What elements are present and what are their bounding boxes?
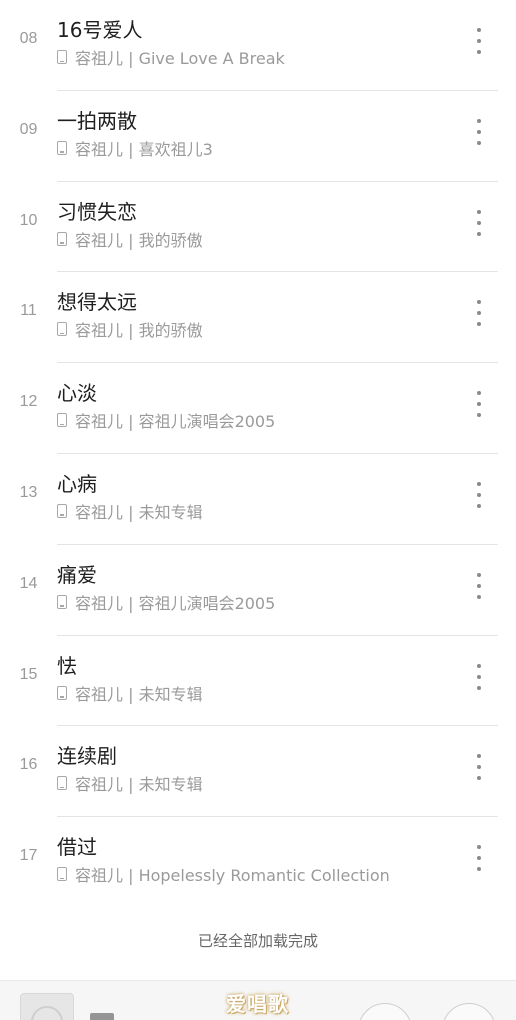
song-artist-album: 容祖儿 | 未知专辑 — [75, 502, 203, 522]
song-index: 09 — [19, 120, 38, 138]
song-index: 08 — [19, 30, 38, 47]
song-row[interactable]: 13 心病 容祖儿 | 未知专辑 — [0, 454, 516, 545]
song-meta: 容祖儿 | 容祖儿演唱会2005 — [57, 408, 275, 432]
song-index: 16 — [19, 756, 38, 774]
song-title: 连续剧 — [57, 744, 117, 769]
song-title: 一拍两散 — [57, 108, 137, 133]
song-list: 08 16号爱人 容祖儿 | Give Love A Break 09 一拍两散… — [0, 0, 516, 908]
song-index: 15 — [19, 665, 38, 683]
playlist-icon[interactable] — [442, 1003, 496, 1020]
song-title: 怯 — [57, 653, 77, 678]
song-artist-album: 容祖儿 | 我的骄傲 — [75, 230, 203, 250]
song-row[interactable]: 17 借过 容祖儿 | Hopelessly Romantic Collecti… — [0, 817, 516, 908]
phone-icon — [57, 322, 67, 337]
more-vertical-icon[interactable] — [472, 118, 486, 145]
watermark: 爱唱歌 — [226, 992, 289, 1016]
song-title: 想得太远 — [57, 290, 137, 315]
song-artist-album: 容祖儿 | 我的骄傲 — [75, 321, 203, 341]
song-meta: 容祖儿 | 容祖儿演唱会2005 — [57, 590, 275, 614]
more-vertical-icon[interactable] — [472, 845, 486, 872]
song-row[interactable]: 11 想得太远 容祖儿 | 我的骄傲 — [0, 272, 516, 364]
phone-icon — [57, 867, 67, 882]
song-row[interactable]: 16 连续剧 容祖儿 | 未知专辑 — [0, 726, 516, 818]
more-vertical-icon[interactable] — [472, 391, 486, 418]
song-index: 13 — [19, 483, 38, 501]
song-artist-album: 容祖儿 | 容祖儿演唱会2005 — [75, 593, 276, 613]
more-vertical-icon[interactable] — [472, 663, 486, 690]
song-meta: 容祖儿 | 我的骄傲 — [57, 317, 203, 341]
song-index: 11 — [20, 302, 37, 320]
song-meta: 容祖儿 | Hopelessly Romantic Collection — [57, 862, 390, 886]
song-title: 心淡 — [57, 381, 97, 406]
song-row[interactable]: 08 16号爱人 容祖儿 | Give Love A Break — [0, 0, 516, 91]
phone-icon — [57, 503, 67, 518]
song-index: 17 — [19, 847, 38, 865]
song-meta: 容祖儿 | 我的骄傲 — [57, 227, 203, 251]
more-vertical-icon[interactable] — [472, 209, 486, 236]
song-index: 10 — [19, 211, 38, 229]
song-title: 借过 — [57, 835, 97, 860]
song-meta: 容祖儿 | 喜欢祖儿3 — [57, 136, 213, 160]
more-vertical-icon[interactable] — [472, 754, 486, 781]
song-artist-album: 容祖儿 | 容祖儿演唱会2005 — [75, 412, 276, 432]
now-playing-title — [90, 1013, 114, 1020]
song-row[interactable]: 09 一拍两散 容祖儿 | 喜欢祖儿3 — [0, 91, 516, 182]
song-row[interactable]: 15 怯 容祖儿 | 未知专辑 — [0, 636, 516, 727]
song-artist-album: 容祖儿 | Hopelessly Romantic Collection — [75, 866, 390, 886]
phone-icon — [57, 140, 67, 155]
more-vertical-icon[interactable] — [472, 300, 486, 327]
phone-icon — [57, 413, 67, 428]
song-artist-album: 容祖儿 | Give Love A Break — [75, 49, 285, 68]
phone-icon — [57, 685, 67, 700]
phone-icon — [57, 231, 67, 246]
disc-icon — [31, 1006, 63, 1020]
phone-icon — [57, 776, 67, 791]
phone-icon — [57, 50, 67, 64]
song-row[interactable]: 10 习惯失恋 容祖儿 | 我的骄傲 — [0, 182, 516, 273]
song-title: 痛爱 — [57, 562, 97, 587]
song-index: 12 — [19, 393, 38, 411]
song-index: 14 — [19, 574, 38, 592]
song-meta: 容祖儿 | Give Love A Break — [57, 45, 285, 69]
play-icon[interactable] — [358, 1003, 412, 1020]
song-artist-album: 容祖儿 | 未知专辑 — [75, 684, 203, 704]
song-title: 心病 — [57, 471, 97, 496]
more-vertical-icon[interactable] — [472, 572, 486, 599]
more-vertical-icon[interactable] — [472, 481, 486, 508]
song-row[interactable]: 12 心淡 容祖儿 | 容祖儿演唱会2005 — [0, 363, 516, 454]
song-artist-album: 容祖儿 | 喜欢祖儿3 — [75, 139, 213, 159]
song-artist-album: 容祖儿 | 未知专辑 — [75, 775, 203, 795]
song-row[interactable]: 14 痛爱 容祖儿 | 容祖儿演唱会2005 — [0, 545, 516, 636]
album-cover[interactable] — [20, 993, 74, 1020]
song-title: 习惯失恋 — [57, 199, 137, 224]
song-meta: 容祖儿 | 未知专辑 — [57, 499, 203, 523]
more-vertical-icon[interactable] — [472, 28, 486, 54]
all-loaded-text: 已经全部加载完成 — [197, 932, 318, 950]
song-meta: 容祖儿 | 未知专辑 — [57, 681, 203, 705]
phone-icon — [57, 594, 67, 609]
song-meta: 容祖儿 | 未知专辑 — [57, 771, 203, 795]
song-title: 16号爱人 — [57, 18, 143, 42]
